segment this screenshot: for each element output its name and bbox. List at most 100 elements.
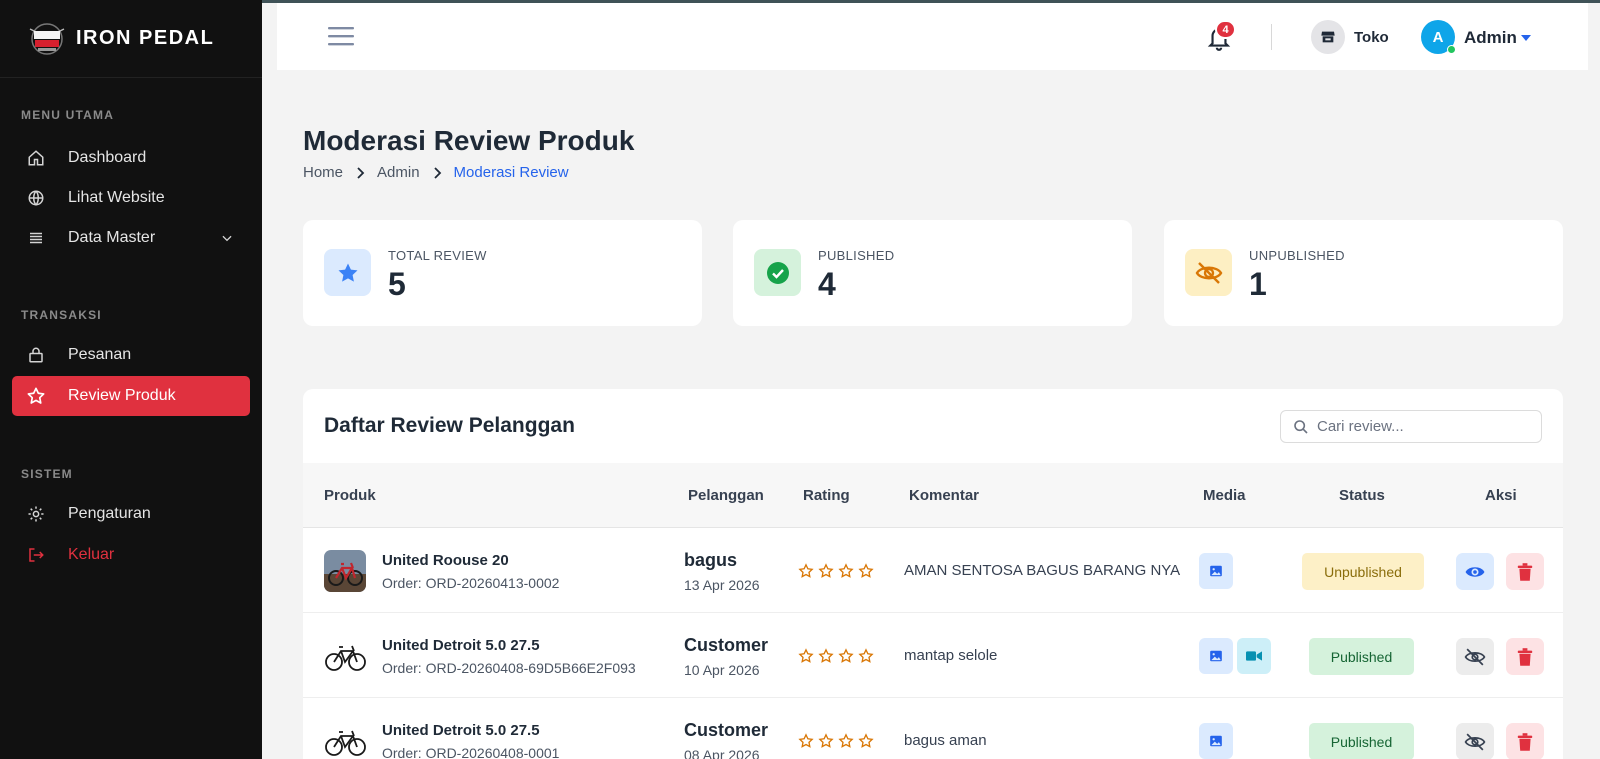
section-label-sistem: SISTEM: [21, 467, 73, 481]
chevron-down-icon[interactable]: [220, 231, 234, 250]
section-label-menu-utama: MENU UTAMA: [21, 108, 115, 122]
star-icon: [25, 385, 47, 407]
stat-card-total-review: TOTAL REVIEW 5: [303, 220, 702, 326]
review-table-card: Daftar Review Pelanggan Produk Pelanggan…: [303, 389, 1563, 759]
brand-name: IRON PEDAL: [76, 27, 215, 49]
product-image: [324, 635, 366, 677]
column-header-pelanggan[interactable]: Pelanggan: [688, 487, 764, 504]
product-name[interactable]: United Roouse 20: [382, 552, 509, 569]
caret-down-icon[interactable]: [1521, 35, 1531, 41]
review-date: 08 Apr 2026: [684, 747, 760, 759]
topbar: 4 Toko A Admin: [277, 3, 1588, 70]
rating-stars: [798, 648, 874, 664]
table-header: Produk Pelanggan Rating Komentar Media S…: [303, 463, 1563, 528]
trash-icon[interactable]: [1506, 723, 1544, 759]
sidebar-item-label: Lihat Website: [68, 189, 165, 206]
star-outline-icon: [858, 733, 874, 748]
store-avatar[interactable]: [1311, 20, 1345, 54]
image-icon[interactable]: [1199, 553, 1233, 589]
search-input[interactable]: [1317, 418, 1527, 435]
column-header-status[interactable]: Status: [1339, 487, 1385, 504]
list-icon: [25, 227, 47, 249]
sidebar-item-dashboard[interactable]: Dashboard: [12, 138, 250, 178]
table-title: Daftar Review Pelanggan: [324, 414, 575, 437]
status-badge: Unpublished: [1302, 553, 1424, 590]
eye-icon[interactable]: [1456, 553, 1494, 590]
sidebar-item-label: Pengaturan: [68, 505, 151, 522]
breadcrumb-home[interactable]: Home: [303, 164, 343, 181]
review-date: 13 Apr 2026: [684, 577, 760, 593]
sidebar-item-label: Pesanan: [68, 346, 132, 363]
sidebar-item-label: Review Produk: [68, 387, 176, 404]
online-status-dot: [1447, 45, 1456, 54]
stat-card-published: PUBLISHED 4: [733, 220, 1132, 326]
star-outline-icon: [798, 648, 814, 663]
column-header-komentar[interactable]: Komentar: [909, 487, 979, 504]
sidebar-item-data-master[interactable]: Data Master: [12, 218, 250, 258]
product-name[interactable]: United Detroit 5.0 27.5: [382, 637, 540, 654]
search-icon: [1293, 419, 1309, 435]
chevron-right-icon: [432, 166, 442, 179]
rating-stars: [798, 733, 874, 749]
star-outline-icon: [838, 733, 854, 748]
review-comment: mantap selole: [904, 647, 998, 664]
trash-icon[interactable]: [1506, 553, 1544, 590]
column-header-aksi: Aksi: [1485, 487, 1517, 504]
product-image: [324, 550, 366, 592]
star-icon: [324, 249, 371, 296]
stat-value: 1: [1249, 266, 1267, 302]
notification-badge: 4: [1215, 20, 1236, 39]
column-header-media: Media: [1203, 487, 1246, 504]
sidebar-item-label: Data Master: [68, 229, 156, 246]
order-number: Order: ORD-20260408-69D5B66E2F093: [382, 660, 636, 676]
stat-label: UNPUBLISHED: [1249, 248, 1345, 263]
image-icon[interactable]: [1199, 638, 1233, 674]
eye-slash-icon[interactable]: [1456, 723, 1494, 759]
search-box[interactable]: [1280, 410, 1542, 443]
sidebar-item-pesanan[interactable]: Pesanan: [12, 335, 250, 375]
column-header-rating[interactable]: Rating: [803, 487, 850, 504]
star-outline-icon: [838, 563, 854, 578]
column-header-produk[interactable]: Produk: [324, 487, 376, 504]
chevron-right-icon: [355, 166, 365, 179]
video-icon[interactable]: [1237, 638, 1271, 674]
breadcrumb: Home Admin Moderasi Review: [303, 164, 569, 181]
brand-logo: [22, 21, 72, 57]
review-date: 10 Apr 2026: [684, 662, 760, 678]
star-outline-icon: [858, 648, 874, 663]
sidebar-item-label: Dashboard: [68, 149, 147, 166]
image-icon[interactable]: [1199, 723, 1233, 759]
status-badge: Published: [1309, 638, 1414, 675]
rating-stars: [798, 563, 874, 579]
status-badge: Published: [1309, 723, 1414, 759]
table-row: United Detroit 5.0 27.5 Order: ORD-20260…: [303, 698, 1563, 759]
star-outline-icon: [818, 733, 834, 748]
brand[interactable]: IRON PEDAL: [0, 0, 262, 78]
sidebar-item-review-produk[interactable]: Review Produk: [12, 376, 250, 416]
product-image: [324, 720, 366, 759]
star-outline-icon: [798, 563, 814, 578]
store-label[interactable]: Toko: [1354, 29, 1389, 46]
product-name[interactable]: United Detroit 5.0 27.5: [382, 722, 540, 739]
bag-icon: [25, 344, 47, 366]
order-number: Order: ORD-20260408-0001: [382, 745, 560, 759]
sidebar-item-label: Keluar: [68, 546, 115, 563]
section-label-transaksi: TRANSAKSI: [21, 308, 102, 322]
sidebar: IRON PEDAL MENU UTAMA Dashboard Lihat We…: [0, 0, 262, 759]
stat-label: TOTAL REVIEW: [388, 248, 487, 263]
star-outline-icon: [818, 563, 834, 578]
user-menu-label[interactable]: Admin: [1464, 28, 1517, 48]
trash-icon[interactable]: [1506, 638, 1544, 675]
sidebar-item-lihat-website[interactable]: Lihat Website: [12, 178, 250, 218]
sidebar-item-pengaturan[interactable]: Pengaturan: [12, 494, 250, 534]
sidebar-item-keluar[interactable]: Keluar: [12, 535, 250, 575]
table-row: United Roouse 20 Order: ORD-20260413-000…: [303, 528, 1563, 613]
customer-name: Customer: [684, 720, 769, 740]
stat-card-unpublished: UNPUBLISHED 1: [1164, 220, 1563, 326]
eye-slash-icon[interactable]: [1456, 638, 1494, 675]
order-number: Order: ORD-20260413-0002: [382, 575, 560, 591]
logout-icon: [25, 544, 47, 566]
breadcrumb-admin[interactable]: Admin: [377, 164, 420, 181]
star-outline-icon: [838, 648, 854, 663]
hamburger-menu-icon[interactable]: [328, 25, 354, 47]
